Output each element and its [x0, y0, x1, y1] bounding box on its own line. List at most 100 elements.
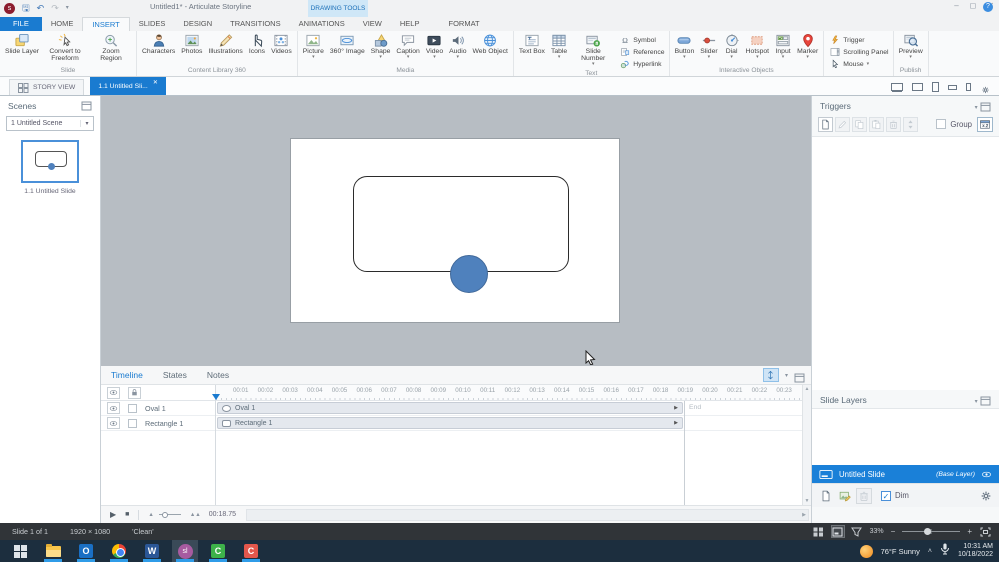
tab-file[interactable]: FILE — [0, 17, 42, 31]
input-button[interactable]: Input▾ — [772, 32, 794, 60]
tab-home[interactable]: HOME — [42, 17, 83, 31]
tab-design[interactable]: DESIGN — [174, 17, 221, 31]
play-button[interactable]: ▶ — [110, 510, 116, 519]
tab-transitions[interactable]: TRANSITIONS — [221, 17, 289, 31]
tab-animations[interactable]: ANIMATIONS — [290, 17, 354, 31]
desktop-preview-icon[interactable] — [891, 83, 903, 91]
dim-checkbox[interactable]: ✓ Dim — [881, 491, 909, 501]
taskbar-app-word[interactable]: W — [139, 540, 165, 562]
timeline-tab-notes[interactable]: Notes — [197, 370, 239, 380]
tablet-portrait-icon[interactable] — [932, 82, 939, 92]
tab-story-view[interactable]: STORY VIEW — [9, 79, 84, 95]
story-view-button[interactable] — [813, 526, 825, 537]
text-box-button[interactable]: Text Box — [516, 32, 548, 55]
playhead[interactable] — [212, 394, 220, 400]
zoom-in-timeline-icon[interactable]: ▲▲ — [190, 512, 201, 518]
zoom-out-timeline-icon[interactable]: ▲ — [148, 512, 153, 518]
edit-layer-properties-button[interactable] — [837, 488, 853, 504]
scroll-down-icon[interactable]: ▼ — [805, 498, 810, 504]
tab-slides[interactable]: SLIDES — [130, 17, 175, 31]
base-layer-row-selected[interactable]: Untitled Slide (Base Layer) — [812, 465, 999, 483]
new-trigger-button[interactable] — [818, 117, 833, 132]
oval-shape[interactable] — [450, 255, 488, 293]
group-checkbox[interactable]: Group — [936, 119, 972, 129]
trigger-button[interactable]: Trigger — [830, 35, 888, 45]
chevron-down-icon[interactable]: ▾ — [80, 120, 93, 127]
tab-insert[interactable]: INSERT — [82, 17, 129, 31]
taskbar-app-app-c-red[interactable]: C — [238, 540, 264, 562]
table-button[interactable]: Table▾ — [548, 32, 570, 60]
redo-icon[interactable]: ↷ — [51, 3, 59, 14]
help-icon[interactable]: ? — [983, 2, 993, 12]
phone-portrait-icon[interactable] — [966, 83, 971, 91]
scroll-up-icon[interactable]: ▲ — [805, 386, 810, 392]
slide-view-button-active[interactable] — [832, 526, 844, 537]
characters-button[interactable]: Characters — [139, 32, 178, 55]
timeline-tab-timeline[interactable]: Timeline — [101, 370, 153, 380]
timeline-zoom-slider[interactable] — [159, 514, 181, 515]
taskbar-clock[interactable]: 10:31 AM 10/18/2022 — [958, 543, 993, 560]
delete-layer-button-disabled[interactable] — [856, 488, 872, 504]
timeline-horizontal-scrollbar[interactable]: ▶ — [246, 509, 809, 521]
tablet-landscape-icon[interactable] — [912, 83, 923, 91]
timeline-bar-rectangle-1[interactable]: Rectangle 1▶ — [217, 417, 683, 429]
save-icon[interactable]: 🖫 — [22, 3, 30, 14]
picture-button[interactable]: Picture▾ — [300, 32, 327, 60]
zoom-in-button[interactable]: + — [967, 527, 972, 536]
maximize-button[interactable]: ◻ — [970, 1, 977, 10]
phone-landscape-icon[interactable] — [948, 85, 957, 90]
reference-button[interactable]: Reference — [620, 47, 664, 57]
microphone-icon[interactable] — [940, 542, 950, 560]
timeline-end-marker[interactable] — [684, 401, 685, 505]
timeline-bar-oval-1[interactable]: Oval 1▶ — [217, 402, 683, 414]
show-hide-all-eye-icon[interactable] — [107, 387, 120, 399]
tab-help[interactable]: HELP — [391, 17, 429, 31]
layer-settings-gear-icon[interactable] — [979, 489, 993, 503]
slider-button[interactable]: Slider▾ — [697, 32, 720, 60]
audio-button[interactable]: Audio▾ — [446, 32, 469, 60]
tab-slide-active[interactable]: 1.1 Untitled Sli... ✕ — [90, 77, 166, 95]
weather-icon[interactable] — [860, 545, 873, 558]
undo-icon[interactable]: ↶ — [37, 3, 45, 14]
video-button[interactable]: Video▾ — [423, 32, 446, 60]
icons-button[interactable]: Icons — [246, 32, 268, 55]
panel-collapse-icon[interactable] — [980, 102, 991, 112]
show-hidden-icons-chevron[interactable]: ˄ — [928, 548, 932, 555]
object-visibility-eye-icon[interactable] — [107, 417, 120, 429]
marker-button[interactable]: Marker▾ — [794, 32, 821, 60]
chevron-down-icon[interactable]: ▾ — [785, 372, 788, 379]
taskbar-app-file-explorer[interactable] — [40, 540, 66, 562]
convert-to-freeform-button[interactable]: Convert to Freeform — [42, 32, 88, 62]
taskbar-app-camtasia[interactable]: C — [205, 540, 231, 562]
panel-collapse-icon[interactable] — [794, 370, 805, 380]
zoom-region-button[interactable]: Zoom Region — [88, 32, 134, 62]
copy-trigger-button[interactable] — [852, 117, 867, 132]
hyperlink-button[interactable]: Hyperlink — [620, 59, 664, 69]
panel-collapse-icon[interactable] — [81, 101, 92, 111]
chevron-down-icon[interactable]: ▾ — [975, 399, 978, 405]
fit-to-window-button[interactable] — [979, 526, 991, 537]
symbol-button[interactable]: ΩSymbol — [620, 35, 664, 45]
scene-selector[interactable]: 1 Untitled Scene ▾ — [6, 116, 94, 131]
slide-number-button[interactable]: Slide Number▾ — [570, 32, 616, 67]
scrolling-panel-button[interactable]: Scrolling Panel — [830, 47, 888, 57]
shape-button[interactable]: Shape▾ — [368, 32, 394, 60]
slide-canvas[interactable] — [101, 96, 811, 366]
tab-format[interactable]: FORMAT — [439, 17, 488, 31]
scroll-right-icon[interactable]: ▶ — [802, 512, 806, 518]
tab-view[interactable]: VIEW — [354, 17, 391, 31]
hotspot-button[interactable]: Hotspot▾ — [743, 32, 772, 60]
dial-button[interactable]: Dial▾ — [721, 32, 743, 60]
preview-button[interactable]: Preview▾ — [896, 32, 926, 60]
manage-variables-button[interactable] — [977, 117, 993, 132]
preview-funnel-button[interactable] — [851, 526, 863, 537]
slide-stage[interactable] — [290, 138, 620, 323]
preview-settings-gear-icon[interactable] — [980, 82, 991, 92]
360-image-button[interactable]: 360° Image — [327, 32, 368, 55]
button-button[interactable]: Button▾ — [672, 32, 698, 60]
lock-all-icon[interactable] — [128, 387, 141, 399]
attach-timeline-button[interactable] — [763, 368, 779, 382]
close-tab-icon[interactable]: ✕ — [153, 79, 158, 86]
taskbar-app-storyline[interactable]: sl — [172, 540, 198, 562]
slide-thumbnail[interactable] — [21, 140, 79, 183]
